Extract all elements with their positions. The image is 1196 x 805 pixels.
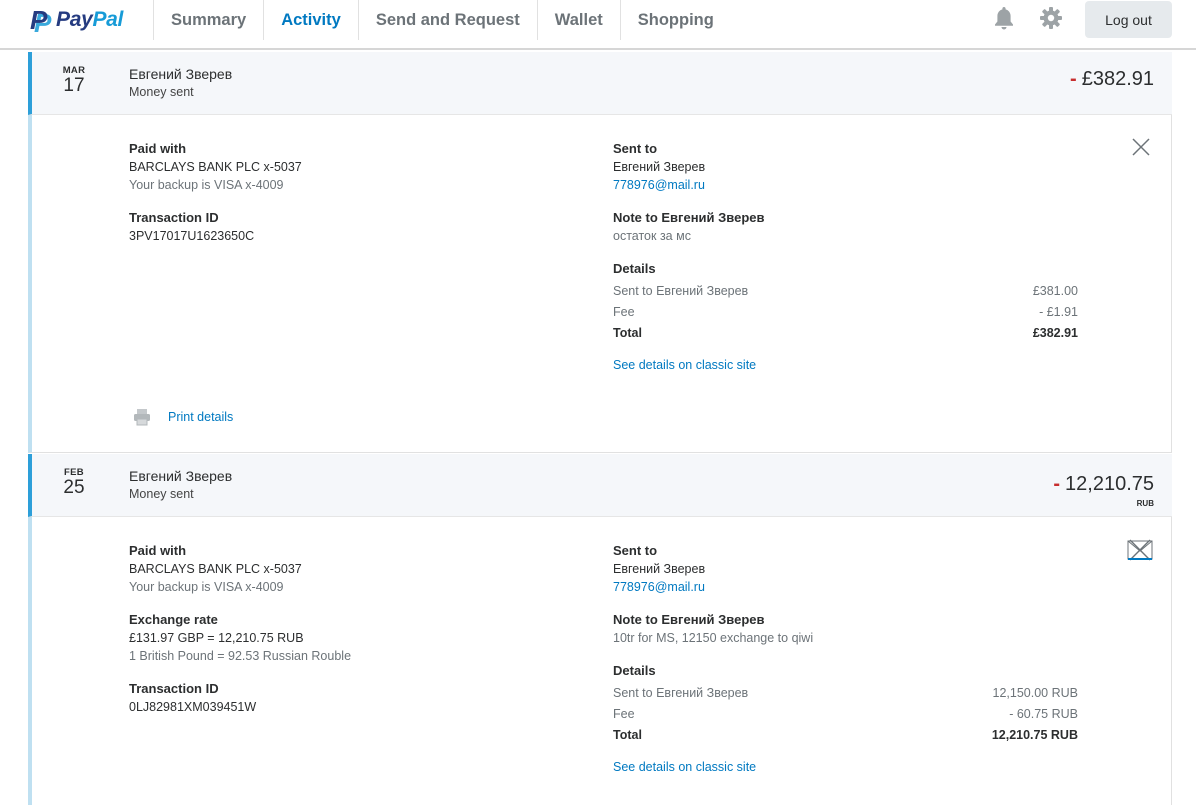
transaction-id-value: 3PV17017U1623650C	[129, 229, 255, 243]
recipient-info-column: Sent to Евгений Зверев 778976@mail.ru No…	[613, 542, 1078, 776]
classic-site-link[interactable]: See details on classic site	[613, 356, 1078, 374]
classic-site-link[interactable]: See details on classic site	[613, 758, 1078, 776]
transaction-header[interactable]: FEB 25 Евгений Зверев Money sent -12,210…	[28, 454, 1172, 517]
amount-currency: RUB	[1136, 499, 1154, 508]
details-row: Sent to Евгений Зверев 12,150.00 RUB	[613, 686, 1078, 700]
exchange-conversion: £131.97 GBP = 12,210.75 RUB	[129, 631, 304, 645]
transaction-details-panel: Paid with BARCLAYS BANK PLC x-5037 Your …	[28, 115, 1172, 453]
details-label: Details	[613, 663, 656, 678]
transaction-header[interactable]: MAR 17 Евгений Зверев Money sent - £382.9…	[28, 52, 1172, 115]
nav-activity[interactable]: Activity	[263, 0, 358, 40]
transaction-amount: -12,210.75 RUB	[1053, 473, 1154, 508]
paypal-logo[interactable]: PP PayPal	[30, 5, 124, 38]
details-row: Fee - £1.91	[613, 305, 1078, 319]
paypal-wordmark: PayPal	[56, 8, 124, 31]
transaction-id-value: 0LJ82981XM039451W	[129, 700, 257, 714]
paypal-monogram-icon: PP	[30, 5, 52, 38]
details-row: Fee - 60.75 RUB	[613, 707, 1078, 721]
printer-icon	[134, 409, 150, 426]
transaction-item: MAR 17 Евгений Зверев Money sent - £382.9…	[28, 52, 1172, 453]
transaction-date: MAR 17	[62, 65, 86, 96]
details-total-row: Total £382.91	[613, 326, 1078, 340]
transaction-id-label: Transaction ID	[129, 681, 219, 696]
note-label: Note to Евгений Зверев	[613, 210, 765, 225]
print-details-button[interactable]: Print details	[133, 408, 233, 426]
note-label: Note to Евгений Зверев	[613, 612, 765, 627]
payment-info-column: Paid with BARCLAYS BANK PLC x-5037 Your …	[129, 140, 549, 260]
details-total-row: Total 12,210.75 RUB	[613, 728, 1078, 742]
paid-with-value: BARCLAYS BANK PLC x-5037	[129, 160, 302, 174]
recipient-email-link[interactable]: 778976@mail.ru	[613, 578, 1078, 596]
top-navigation-bar: PP PayPal Summary Activity Send and Requ…	[0, 0, 1196, 50]
transaction-payee: Евгений Зверев Money sent	[129, 468, 233, 501]
note-text: 10tr for MS, 12150 exchange to qiwi	[613, 631, 814, 645]
sent-to-label: Sent to	[613, 543, 658, 558]
transaction-details-panel: Paid with BARCLAYS BANK PLC x-5037 Your …	[28, 517, 1172, 805]
sent-to-name: Евгений Зверев	[613, 160, 706, 174]
nav-wallet[interactable]: Wallet	[536, 0, 620, 40]
details-label: Details	[613, 261, 656, 276]
paid-with-value: BARCLAYS BANK PLC x-5037	[129, 562, 302, 576]
paid-with-label: Paid with	[129, 543, 187, 558]
sent-to-name: Евгений Зверев	[613, 562, 706, 576]
close-icon[interactable]	[1131, 137, 1151, 157]
transaction-amount: - £382.91	[1070, 68, 1154, 90]
details-row: Sent to Евгений Зверев £381.00	[613, 284, 1078, 298]
transaction-item: FEB 25 Евгений Зверев Money sent -12,210…	[28, 454, 1172, 805]
bell-icon[interactable]	[992, 5, 1016, 31]
recipient-info-column: Sent to Евгений Зверев 778976@mail.ru No…	[613, 140, 1078, 374]
print-details-label: Print details	[168, 410, 234, 424]
nav-send-and-request[interactable]: Send and Request	[357, 0, 537, 40]
gear-icon[interactable]	[1039, 5, 1063, 31]
exchange-rate-value: 1 British Pound = 92.53 Russian Rouble	[129, 649, 352, 663]
note-text: остаток за мс	[613, 229, 691, 243]
paid-with-label: Paid with	[129, 141, 187, 156]
payment-info-column: Paid with BARCLAYS BANK PLC x-5037 Your …	[129, 542, 549, 731]
transaction-date: FEB 25	[63, 467, 85, 498]
sent-to-label: Sent to	[613, 141, 658, 156]
transaction-id-label: Transaction ID	[129, 210, 219, 225]
recipient-email-link[interactable]: 778976@mail.ru	[613, 176, 1078, 194]
transaction-payee: Евгений Зверев Money sent	[129, 66, 233, 99]
nav-shopping[interactable]: Shopping	[619, 0, 731, 40]
main-nav: Summary Activity Send and Request Wallet…	[153, 0, 731, 40]
logout-button[interactable]: Log out	[1085, 1, 1172, 38]
page-scrollbar[interactable]	[1186, 50, 1196, 805]
backup-funding: Your backup is VISA x-4009	[129, 580, 284, 594]
backup-funding: Your backup is VISA x-4009	[129, 178, 284, 192]
nav-summary[interactable]: Summary	[153, 0, 263, 40]
exchange-rate-label: Exchange rate	[129, 612, 218, 627]
close-icon[interactable]	[1127, 539, 1153, 561]
